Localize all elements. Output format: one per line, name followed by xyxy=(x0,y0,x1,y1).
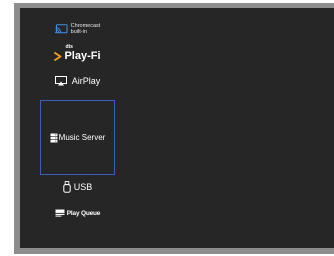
chromecast-label: Chromecast built-in xyxy=(71,23,101,35)
source-menu-screen: Chromecast built-in dts Play-Fi AirPlay … xyxy=(20,8,334,248)
playfi-label: dts Play-Fi xyxy=(64,44,101,62)
music-server-label: Music Server xyxy=(58,133,106,142)
usb-label: USB xyxy=(73,182,93,192)
cast-icon xyxy=(54,24,68,34)
source-item-airplay[interactable]: AirPlay xyxy=(20,70,135,92)
airplay-label: AirPlay xyxy=(71,76,101,86)
play-queue-label: Play Queue xyxy=(66,209,101,217)
source-item-music-server[interactable]: Music Server xyxy=(40,100,115,175)
playfi-arrow-icon xyxy=(54,51,62,61)
source-item-chromecast[interactable]: Chromecast built-in xyxy=(20,16,135,42)
usb-drive-icon xyxy=(63,181,71,193)
device-frame: Chromecast built-in dts Play-Fi AirPlay … xyxy=(0,0,334,256)
server-icon xyxy=(50,133,58,143)
dts-logo-text: dts xyxy=(65,44,73,50)
source-item-usb[interactable]: USB xyxy=(20,176,135,198)
chromecast-label-line2: built-in xyxy=(70,29,87,35)
source-item-playfi[interactable]: dts Play-Fi xyxy=(20,44,135,68)
source-item-play-queue[interactable]: Play Queue xyxy=(20,204,135,222)
play-queue-icon xyxy=(55,209,65,217)
airplay-icon xyxy=(54,76,67,86)
playfi-label-text: Play-Fi xyxy=(64,50,101,62)
